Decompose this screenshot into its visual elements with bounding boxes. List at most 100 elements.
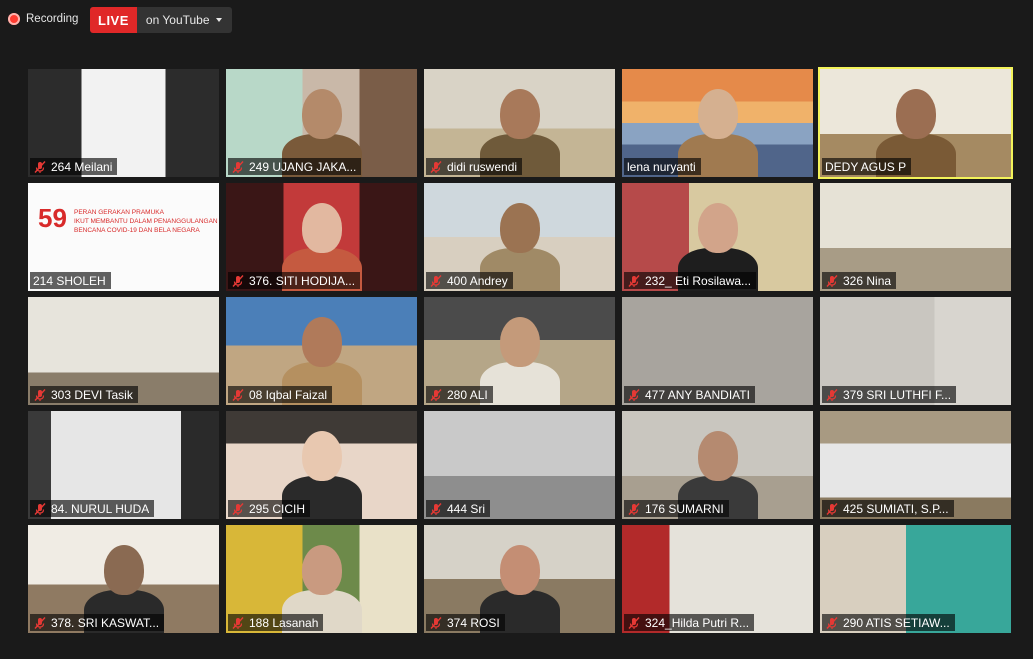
participant-name-label: 374 ROSI: [426, 614, 505, 631]
participant-name-label: 376. SITI HODIJA...: [228, 272, 361, 289]
muted-mic-icon: [826, 502, 838, 515]
recording-indicator[interactable]: Recording: [8, 11, 78, 27]
participant-name: 249 UJANG JAKA...: [249, 159, 357, 174]
participant-name-label: 324_Hilda Putri R...: [624, 614, 755, 631]
participant-name-label: 400 Andrey: [426, 272, 513, 289]
muted-mic-icon: [430, 274, 442, 287]
recording-label: Recording: [26, 13, 79, 25]
participant-name-label: 378. SRI KASWAT...: [30, 614, 165, 631]
participant-name: 324_Hilda Putri R...: [645, 615, 750, 630]
participant-video-tile[interactable]: 08 Iqbal Faizal: [226, 297, 417, 405]
muted-mic-icon: [628, 274, 640, 287]
muted-mic-icon: [628, 502, 640, 515]
participant-video-tile[interactable]: 59 PERAN GERAKAN PRAMUKA IKUT MEMBANTU DAL…: [28, 183, 219, 291]
participant-name: 378. SRI KASWAT...: [51, 615, 160, 630]
muted-mic-icon: [232, 616, 244, 629]
participant-name-label: 477 ANY BANDIATI: [624, 386, 755, 403]
participant-name: 374 ROSI: [447, 615, 500, 630]
chevron-down-icon: [215, 18, 222, 22]
participant-name-label: didi ruswendi: [426, 158, 523, 175]
participant-name: 477 ANY BANDIATI: [645, 387, 750, 402]
participant-video-tile[interactable]: 400 Andrey: [424, 183, 615, 291]
participant-name: 425 SUMIATI, S.P...: [843, 501, 949, 516]
participant-name-label: 214 SHOLEH: [30, 272, 111, 289]
participant-video-tile[interactable]: 84. NURUL HUDA: [28, 411, 219, 519]
participant-video-tile[interactable]: 264 Meilani: [28, 69, 219, 177]
participant-name: 290 ATIS SETIAW...: [843, 615, 950, 630]
participant-name-label: 232_ Eti Rosilawa...: [624, 272, 757, 289]
live-badge: LIVE: [90, 7, 137, 33]
participant-video-tile[interactable]: 176 SUMARNI: [622, 411, 813, 519]
participant-video-tile[interactable]: 232_ Eti Rosilawa...: [622, 183, 813, 291]
participant-name: 295 CICIH: [249, 501, 306, 516]
participant-video-tile[interactable]: 303 DEVI Tasik: [28, 297, 219, 405]
participant-name: 326 Nina: [843, 273, 892, 288]
muted-mic-icon: [232, 388, 244, 401]
participant-video-tile[interactable]: 324_Hilda Putri R...: [622, 525, 813, 633]
stream-destination-dropdown[interactable]: on YouTube: [136, 7, 232, 33]
recording-dot-icon: [8, 13, 20, 25]
participant-video-tile[interactable]: 249 UJANG JAKA...: [226, 69, 417, 177]
participant-name-label: 188 Lasanah: [228, 614, 324, 631]
muted-mic-icon: [430, 616, 442, 629]
participant-video-tile[interactable]: 295 CICIH: [226, 411, 417, 519]
participant-name: 214 SHOLEH: [33, 273, 106, 288]
participant-video-tile[interactable]: 378. SRI KASWAT...: [28, 525, 219, 633]
participant-name-label: 84. NURUL HUDA: [30, 500, 155, 517]
meeting-top-bar: Recording LIVE on YouTube: [0, 0, 1033, 40]
participant-video-tile[interactable]: DEDY AGUS P: [818, 67, 1013, 179]
participant-video-tile[interactable]: lena nuryanti: [622, 69, 813, 177]
participant-name-label: 264 Meilani: [30, 158, 118, 175]
participant-name: 280 ALI: [447, 387, 488, 402]
muted-mic-icon: [826, 388, 838, 401]
participant-name: 444 Sri: [447, 501, 486, 516]
participant-video-tile[interactable]: 290 ATIS SETIAW...: [820, 525, 1011, 633]
participant-video-tile[interactable]: 425 SUMIATI, S.P...: [820, 411, 1011, 519]
participant-name: 188 Lasanah: [249, 615, 319, 630]
participant-name-label: 425 SUMIATI, S.P...: [822, 500, 954, 517]
participant-video-tile[interactable]: 326 Nina: [820, 183, 1011, 291]
muted-mic-icon: [34, 616, 46, 629]
muted-mic-icon: [430, 388, 442, 401]
banner-number: 59: [38, 203, 67, 233]
participant-video-tile[interactable]: didi ruswendi: [424, 69, 615, 177]
participant-name: 08 Iqbal Faizal: [249, 387, 328, 402]
participant-name: 176 SUMARNI: [645, 501, 724, 516]
muted-mic-icon: [430, 502, 442, 515]
participant-video-tile[interactable]: 477 ANY BANDIATI: [622, 297, 813, 405]
participant-name-label: 249 UJANG JAKA...: [228, 158, 362, 175]
participant-name-label: 280 ALI: [426, 386, 493, 403]
participant-video-tile[interactable]: 280 ALI: [424, 297, 615, 405]
participant-name: DEDY AGUS P: [825, 159, 907, 174]
participant-video-tile[interactable]: 379 SRI LUTHFI F...: [820, 297, 1011, 405]
gallery-view-grid: 264 Meilani 249 UJANG JAKA... didi ruswend…: [28, 67, 1013, 633]
participant-name: 303 DEVI Tasik: [51, 387, 133, 402]
live-stream-control[interactable]: LIVE on YouTube: [90, 7, 232, 33]
muted-mic-icon: [34, 502, 46, 515]
participant-video-tile[interactable]: 188 Lasanah: [226, 525, 417, 633]
participant-name-label: DEDY AGUS P: [822, 158, 912, 175]
muted-mic-icon: [826, 616, 838, 629]
participant-video-tile[interactable]: 376. SITI HODIJA...: [226, 183, 417, 291]
participant-name-label: 303 DEVI Tasik: [30, 386, 138, 403]
participant-video-tile[interactable]: 444 Sri: [424, 411, 615, 519]
participant-name: 264 Meilani: [51, 159, 113, 174]
participant-name: 232_ Eti Rosilawa...: [645, 273, 752, 288]
banner-text-line: IKUT MEMBANTU DALAM PENANGGULANGAN: [74, 218, 218, 225]
participant-name-label: 295 CICIH: [228, 500, 311, 517]
muted-mic-icon: [34, 160, 46, 173]
participant-name: 376. SITI HODIJA...: [249, 273, 356, 288]
participant-name: didi ruswendi: [447, 159, 518, 174]
participant-name: lena nuryanti: [627, 159, 696, 174]
participant-name-label: lena nuryanti: [624, 158, 701, 175]
participant-video-tile[interactable]: 374 ROSI: [424, 525, 615, 633]
participant-name-label: 379 SRI LUTHFI F...: [822, 386, 957, 403]
participant-name: 84. NURUL HUDA: [51, 501, 150, 516]
participant-name-label: 444 Sri: [426, 500, 491, 517]
participant-name-label: 176 SUMARNI: [624, 500, 729, 517]
stream-destination-label: on YouTube: [145, 13, 210, 27]
participant-name-label: 326 Nina: [822, 272, 897, 289]
banner-text-line: BENCANA COVID-19 DAN BELA NEGARA: [74, 227, 200, 234]
participant-name-label: 290 ATIS SETIAW...: [822, 614, 955, 631]
muted-mic-icon: [826, 274, 838, 287]
